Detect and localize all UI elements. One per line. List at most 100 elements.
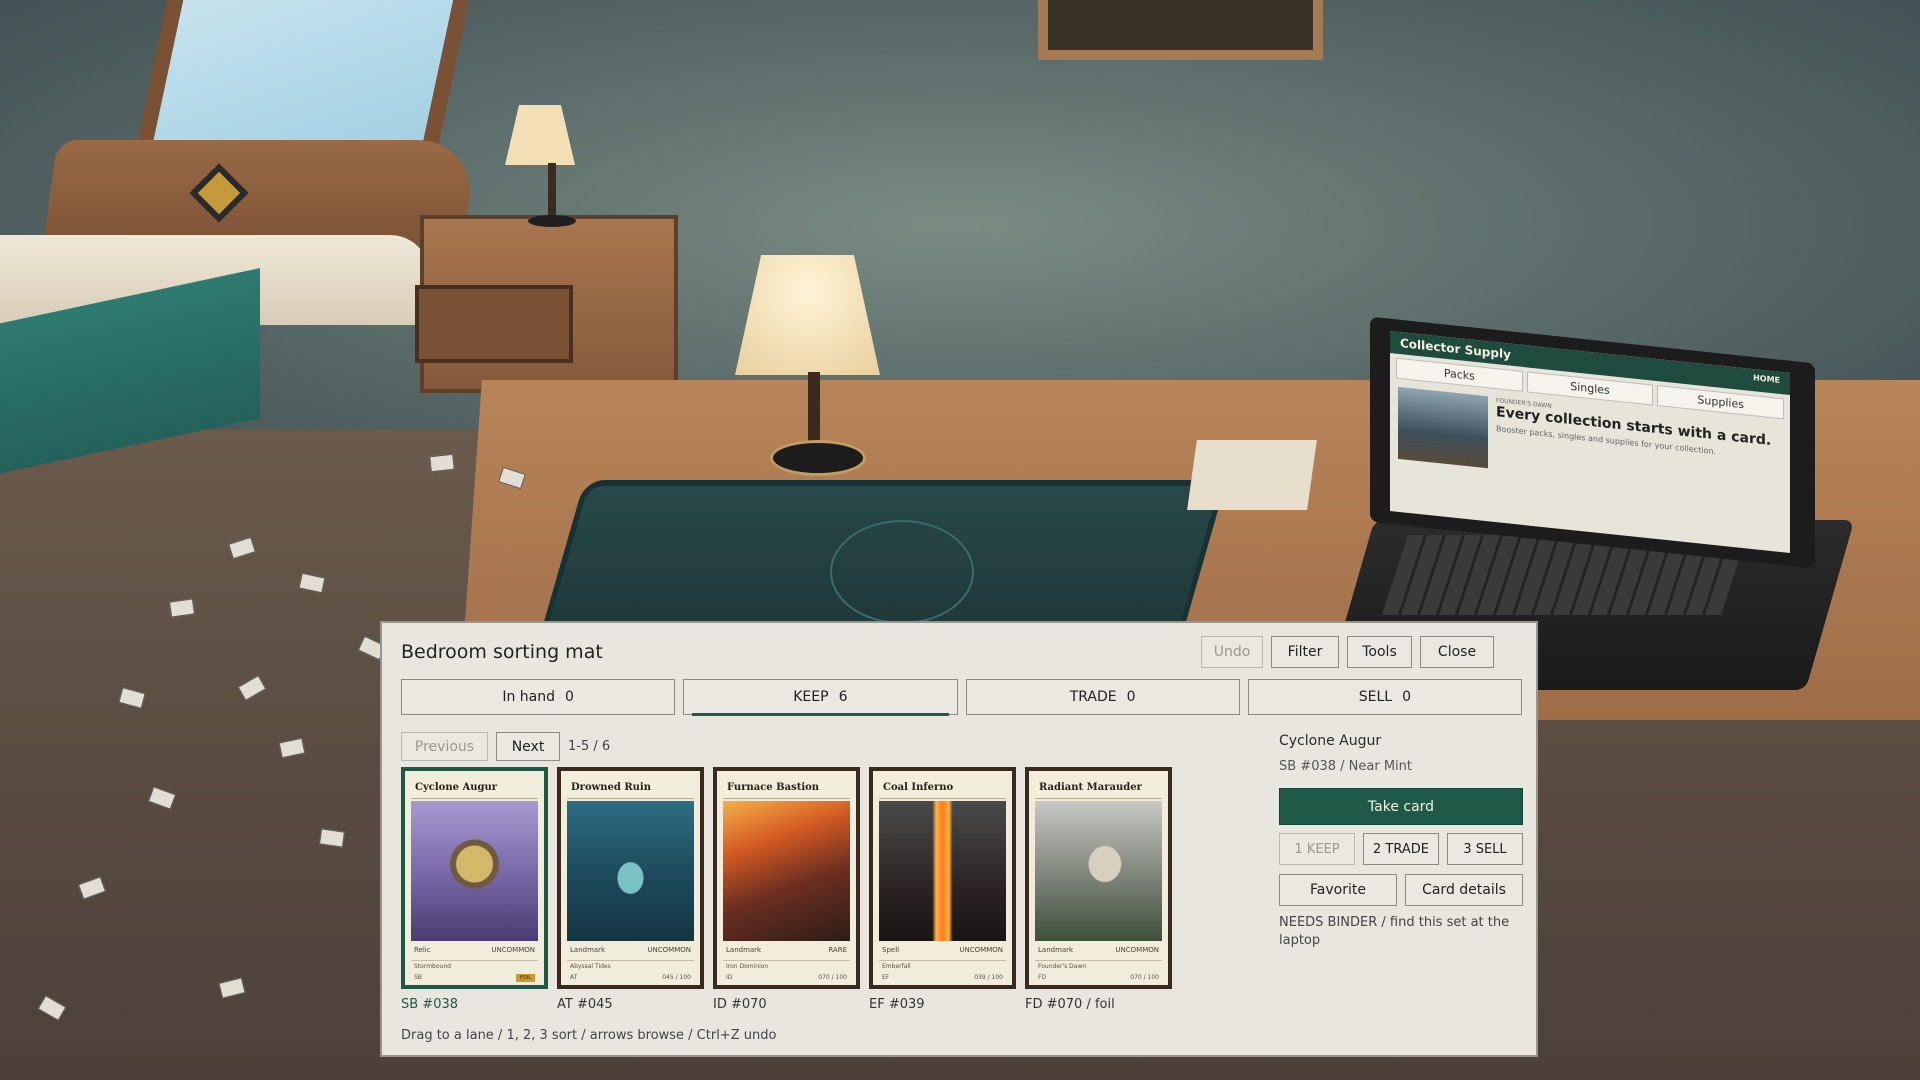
card-type: Relic <box>414 946 431 954</box>
laptop-home-link[interactable]: HOME <box>1753 373 1780 385</box>
sorting-mat-panel: Bedroom sorting mat Undo Filter Tools Cl… <box>380 621 1538 1057</box>
card-art <box>567 801 694 941</box>
panel-title: Bedroom sorting mat <box>401 641 603 663</box>
card-type: Landmark <box>726 946 762 954</box>
card-caption: EF #039 <box>869 997 925 1012</box>
card-coal-inferno[interactable]: Coal Inferno Spell UNCOMMON Emberfall EF… <box>869 767 1016 989</box>
card-art <box>1035 801 1162 941</box>
card-number-line: FD 070 / 100 <box>1035 973 1162 982</box>
sort-keep-button[interactable]: 1 KEEP <box>1279 833 1355 865</box>
undo-button[interactable]: Undo <box>1201 636 1263 668</box>
card-number-line: AT 045 / 100 <box>567 973 694 982</box>
card-rarity: RARE <box>828 946 847 954</box>
card-slot: Cyclone Augur Relic UNCOMMON Stormbound … <box>401 767 548 1012</box>
laptop-hero-image <box>1398 386 1488 469</box>
sort-lanes: In hand 0 KEEP 6 TRADE 0 SELL 0 <box>401 679 1522 716</box>
card-caption: SB #038 <box>401 997 459 1012</box>
lane-in-hand[interactable]: In hand 0 <box>401 679 676 715</box>
card-set-code: ID <box>726 974 733 981</box>
card-drowned-ruin[interactable]: Drowned Ruin Landmark UNCOMMON Abyssal T… <box>557 767 704 989</box>
card-slot: Radiant Marauder Landmark UNCOMMON Found… <box>1025 767 1172 1012</box>
card-art <box>411 801 538 941</box>
card-pager: Previous Next 1-5 / 6 <box>401 732 610 761</box>
nightstand-lamp-stem <box>548 163 556 218</box>
card-number: 039 / 100 <box>974 974 1003 981</box>
sort-trade-button[interactable]: 2 TRADE <box>1363 833 1439 865</box>
card-number: 070 / 100 <box>1130 974 1159 981</box>
lane-label: In hand <box>502 689 555 705</box>
wall-picture <box>1038 0 1323 60</box>
card-set: Abyssal Tides <box>567 960 694 972</box>
floor-card <box>169 598 195 618</box>
desk-lamp-stem <box>808 372 820 447</box>
card-number: 070 / 100 <box>818 974 847 981</box>
card-foil-badge: FOIL <box>515 974 535 982</box>
card-detail-sidebar: Cyclone Augur SB #038 / Near Mint Take c… <box>1279 733 1523 950</box>
lane-keep[interactable]: KEEP 6 <box>683 679 958 716</box>
card-set: Iron Dominion <box>723 960 850 972</box>
card-type-line: Landmark UNCOMMON <box>567 943 694 957</box>
selected-card-info: SB #038 / Near Mint <box>1279 759 1412 774</box>
card-type: Landmark <box>1038 946 1074 954</box>
card-art <box>879 801 1006 941</box>
card-set: Founder's Dawn <box>1035 960 1162 972</box>
card-rarity: UNCOMMON <box>1115 946 1159 954</box>
card-set-code: EF <box>882 974 890 981</box>
nightstand-drawer <box>415 285 573 363</box>
lane-trade[interactable]: TRADE 0 <box>965 679 1240 715</box>
lane-label: SELL <box>1358 689 1393 705</box>
card-type: Spell <box>882 946 900 954</box>
card-rarity: UNCOMMON <box>959 946 1003 954</box>
card-set-code: FD <box>1038 974 1047 981</box>
lane-sell[interactable]: SELL 0 <box>1247 679 1522 715</box>
card-cyclone-augur[interactable]: Cyclone Augur Relic UNCOMMON Stormbound … <box>401 767 548 989</box>
card-slot: Furnace Bastion Landmark RARE Iron Domin… <box>713 767 860 1012</box>
card-number-line: ID 070 / 100 <box>723 973 850 982</box>
controls-hint: Drag to a lane / 1, 2, 3 sort / arrows b… <box>401 1028 777 1043</box>
card-number-line: SB FOIL <box>411 973 538 983</box>
binder-warning: NEEDS BINDER / find this set at the lapt… <box>1279 915 1510 948</box>
card-set-code: AT <box>570 974 578 981</box>
previous-button[interactable]: Previous <box>401 732 488 761</box>
desk-lamp-base <box>770 440 866 476</box>
filter-button[interactable]: Filter <box>1271 636 1339 668</box>
nightstand-lamp-base <box>528 215 576 227</box>
card-type-line: Relic UNCOMMON <box>411 943 538 957</box>
take-card-button[interactable]: Take card <box>1279 788 1523 825</box>
card-title: Coal Inferno <box>879 777 1006 799</box>
sort-buttons: 1 KEEP 2 TRADE 3 SELL <box>1279 833 1523 865</box>
card-set: Stormbound <box>411 960 538 972</box>
card-caption: ID #070 <box>713 997 767 1012</box>
lane-count: 0 <box>1402 689 1411 705</box>
card-type-line: Landmark RARE <box>723 943 850 957</box>
tools-button[interactable]: Tools <box>1347 636 1412 668</box>
card-set: Emberfall <box>879 960 1006 972</box>
card-slot: Drowned Ruin Landmark UNCOMMON Abyssal T… <box>557 767 704 1012</box>
favorite-button[interactable]: Favorite <box>1279 874 1397 906</box>
card-details-button[interactable]: Card details <box>1405 874 1523 906</box>
card-rarity: UNCOMMON <box>491 946 535 954</box>
card-caption: AT #045 <box>557 997 613 1012</box>
card-action-buttons: Favorite Card details <box>1279 874 1523 906</box>
sort-sell-button[interactable]: 3 SELL <box>1447 833 1523 865</box>
lane-count: 0 <box>565 689 574 705</box>
close-button[interactable]: Close <box>1420 636 1494 668</box>
card-art <box>723 801 850 941</box>
card-caption: FD #070 / foil <box>1025 997 1115 1012</box>
lane-count: 6 <box>838 689 848 705</box>
lane-label: TRADE <box>1069 689 1117 705</box>
card-number-line: EF 039 / 100 <box>879 973 1006 982</box>
mat-compass-emblem <box>830 520 974 624</box>
card-title: Furnace Bastion <box>723 777 850 799</box>
bed-headboard <box>42 140 478 250</box>
floor-card <box>429 453 455 473</box>
card-radiant-marauder[interactable]: Radiant Marauder Landmark UNCOMMON Found… <box>1025 767 1172 989</box>
card-rarity: UNCOMMON <box>647 946 691 954</box>
card-type-line: Landmark UNCOMMON <box>1035 943 1162 957</box>
selected-card-name: Cyclone Augur <box>1279 733 1382 749</box>
card-title: Cyclone Augur <box>411 777 538 799</box>
card-furnace-bastion[interactable]: Furnace Bastion Landmark RARE Iron Domin… <box>713 767 860 989</box>
next-button[interactable]: Next <box>496 732 560 761</box>
card-type-line: Spell UNCOMMON <box>879 943 1006 957</box>
card-slot: Coal Inferno Spell UNCOMMON Emberfall EF… <box>869 767 1016 1012</box>
